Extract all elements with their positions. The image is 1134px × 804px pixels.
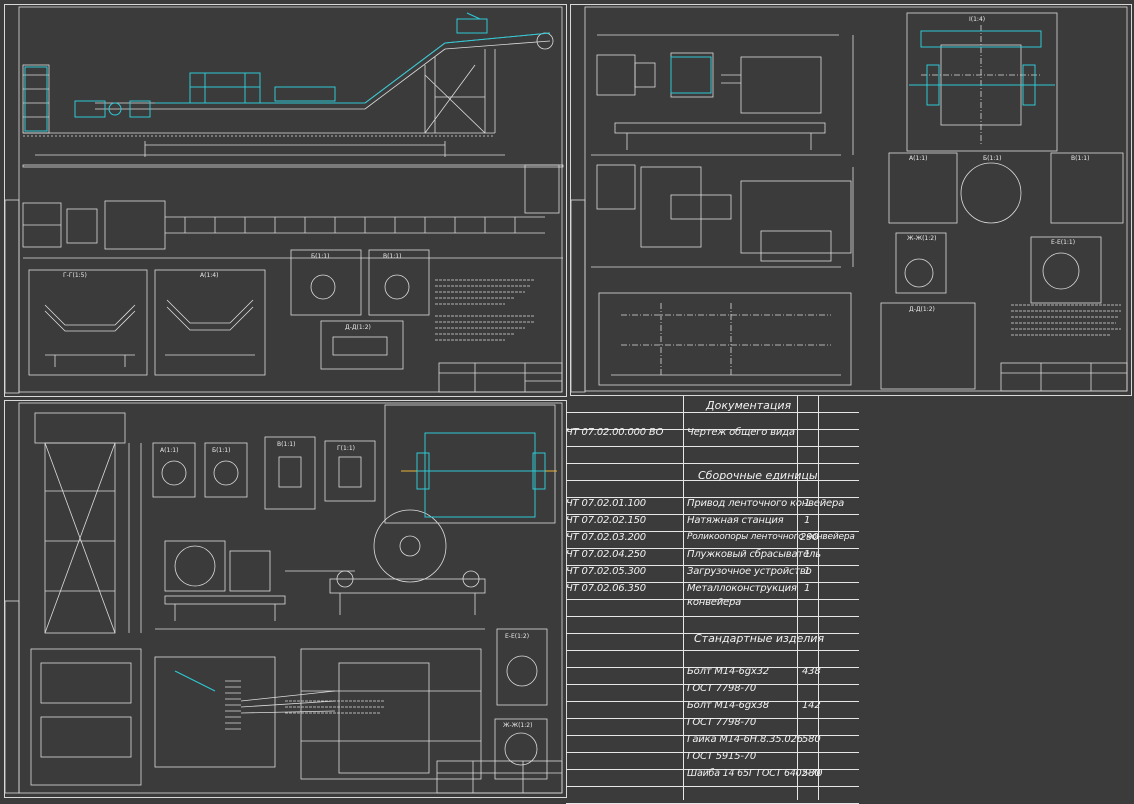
drive-station-drawing (571, 6, 1128, 393)
assembly-row-qty: 1 (804, 498, 811, 509)
standard-part-row-name: Болт М14-6gх32 (687, 666, 769, 677)
assembly-row-code: ЧТ 07.02.06.350 (566, 583, 646, 594)
standard-part-row-name: Болт М14-6gх38 (687, 700, 769, 711)
spec-rule (566, 787, 859, 804)
specification-table: Документация ЧТ 07.02.00.000 ВО Чертеж о… (566, 396, 859, 804)
assembly-row-qty: 1 (804, 566, 811, 577)
view-label-a: А(1:1) (160, 447, 179, 454)
view-label-zh-zh: Ж-Ж(1:2) (907, 235, 937, 242)
view-label-b: Б(1:1) (311, 253, 330, 260)
view-label-v: В(1:1) (1071, 155, 1090, 162)
view-label-b: Б(1:1) (212, 447, 231, 454)
drawing-sheet-conveyor-general: Г-Г(1:5) А(1:4) Б(1:1) В(1:1) Д-Д(1:2) (4, 4, 567, 397)
view-label-zh-zh: Ж-Ж(1:2) (503, 722, 533, 729)
assembly-row-qty: 290 (800, 532, 819, 543)
view-label-b: Б(1:1) (983, 155, 1002, 162)
spec-rule (566, 481, 859, 498)
view-label-v: В(1:1) (277, 441, 296, 448)
assembly-row-code: ЧТ 07.02.05.300 (566, 566, 646, 577)
section-heading-documentation: Документация (706, 399, 792, 412)
view-label-e-e: Е-Е(1:1) (1051, 239, 1076, 246)
assembly-row-name-continued: конвейера (687, 597, 742, 608)
assembly-row-name: Плужковый сбрасыватель (687, 549, 821, 560)
view-label-g: Г(1:1) (337, 445, 355, 452)
assembly-row-code: ЧТ 07.02.03.200 (566, 532, 646, 543)
standard-part-row-name: ГОСТ 7798-70 (687, 717, 757, 728)
assembly-row-code: ЧТ 07.02.04.250 (566, 549, 646, 560)
section-heading-assemblies: Сборочные единицы (698, 469, 818, 482)
assembly-row-name: Привод ленточного конвейера (687, 498, 845, 509)
assembly-row-name: Роликоопоры ленточного конвейера (687, 532, 855, 542)
assembly-row-qty: 1 (804, 583, 811, 594)
standard-part-row-qty: 438 (802, 666, 821, 677)
assembly-row-code: ЧТ 07.02.01.100 (566, 498, 646, 509)
view-label-i: I(1:4) (969, 16, 986, 23)
section-heading-standard-parts: Стандартные изделия (694, 632, 825, 645)
standard-part-row-qty: 142 (802, 700, 821, 711)
assembly-row-qty: 1 (804, 549, 811, 560)
view-label-a: А(1:1) (909, 155, 928, 162)
general-view-drawing (5, 6, 564, 394)
spec-rule (566, 447, 859, 464)
assembly-row-code: ЧТ 07.02.02.150 (566, 515, 646, 526)
drawing-sheet-tension-station: А(1:1) Б(1:1) В(1:1) Г(1:1) Е-Е(1:2) Ж-Ж… (4, 400, 567, 798)
standard-part-row-qty: 580 (802, 768, 821, 779)
view-label-e-e: Е-Е(1:2) (505, 633, 530, 640)
standard-part-row-qty: 580 (802, 734, 821, 745)
standard-part-row-name: ГОСТ 7798-70 (687, 683, 757, 694)
assembly-row-name: Металлоконструкция (687, 583, 797, 594)
doc-row-code: ЧТ 07.02.00.000 ВО (566, 427, 664, 438)
standard-part-row-name: ГОСТ 5915-70 (687, 751, 757, 762)
standard-part-row-name: Гайка М14-6Н.8.35.026 (687, 734, 803, 745)
view-label-g-g: Г-Г(1:5) (63, 272, 87, 279)
doc-row-name: Чертеж общего вида (687, 427, 795, 438)
tension-station-drawing (5, 402, 563, 794)
view-label-d-d: Д-Д(1:2) (345, 324, 371, 331)
view-label-d-d: Д-Д(1:2) (909, 306, 935, 313)
view-label-v: В(1:1) (383, 253, 402, 260)
assembly-row-qty: 1 (804, 515, 811, 526)
assembly-row-name: Натяжная станция (687, 515, 784, 526)
assembly-row-name: Загрузочное устройство (687, 566, 812, 577)
view-label-a: А(1:4) (200, 272, 219, 279)
drawing-sheet-drive-station: А(1:1) Б(1:1) В(1:1) Ж-Ж(1:2) Е-Е(1:1) Д… (570, 4, 1132, 396)
